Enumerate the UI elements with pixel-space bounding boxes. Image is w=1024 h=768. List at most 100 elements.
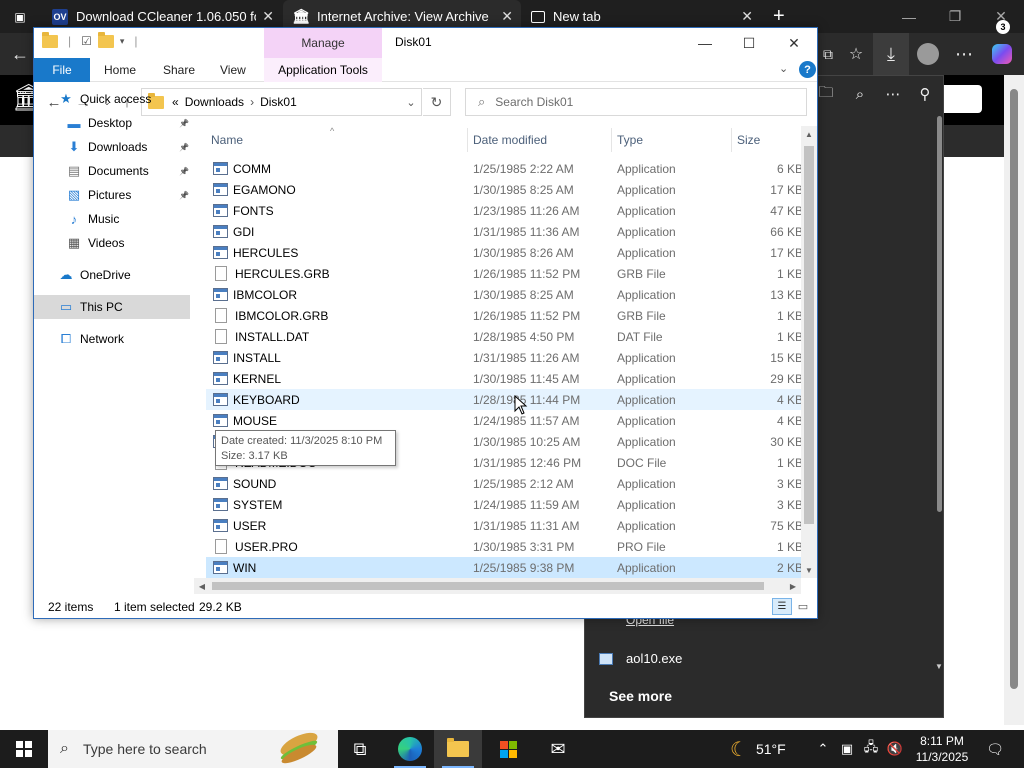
large-icons-view-icon[interactable]: ▭ — [794, 598, 812, 615]
file-row[interactable]: COMM 1/25/1985 2:22 AM Application 6 KB — [206, 158, 803, 179]
task-view-icon[interactable]: ⧉ — [336, 730, 384, 768]
weather-widget[interactable]: ☾ 51°F — [730, 730, 786, 768]
scroll-down-icon[interactable]: ▼ — [935, 662, 943, 671]
nav-item[interactable]: ▬ Desktop 📌 — [34, 111, 194, 135]
customize-dropdown-icon[interactable]: ▾ — [120, 36, 125, 47]
nav-item-label: Quick access — [80, 92, 152, 106]
downloads-icon[interactable]: ⤓ — [873, 33, 909, 75]
more-menu-icon[interactable]: ⋯ — [946, 33, 982, 75]
nav-item[interactable]: ★ Quick access — [34, 87, 194, 111]
refresh-button[interactable]: ↻ — [423, 88, 451, 116]
column-type[interactable]: Type — [612, 128, 732, 152]
file-row[interactable]: INSTALL 1/31/1985 11:26 AM Application 15 K… — [206, 347, 803, 368]
notification-center-icon[interactable]: 🗨 — [982, 736, 1008, 762]
download-item[interactable]: aol10.exe — [599, 651, 682, 666]
tab-close-icon[interactable]: ✕ — [501, 8, 513, 25]
pin-icon[interactable]: 📌 — [179, 191, 189, 200]
system-clock[interactable]: 8:11 PM 11/3/2025 — [912, 733, 972, 765]
application-file-icon — [213, 414, 228, 427]
file-row[interactable]: FONTS 1/23/1985 11:26 AM Application 47 KB — [206, 200, 803, 221]
file-row[interactable]: HERCULES.GRB 1/26/1985 11:52 PM GRB File 1 … — [206, 263, 803, 284]
nav-item[interactable]: ▭ This PC — [34, 295, 190, 319]
properties-icon[interactable]: ☑ — [81, 34, 92, 48]
mail-app-icon[interactable]: ✉ — [534, 730, 582, 768]
file-name-cell: GDI — [213, 225, 254, 239]
file-row[interactable]: MOUSE 1/24/1985 11:57 AM Application 4 KB — [206, 410, 803, 431]
file-row[interactable]: KERNEL 1/30/1985 11:45 AM Application 29 KB — [206, 368, 803, 389]
search-icon[interactable]: ⌕ — [845, 79, 875, 109]
tab-view[interactable]: View — [220, 58, 246, 82]
help-button[interactable]: ? — [799, 61, 816, 78]
nav-item[interactable]: ▦ Videos — [34, 231, 194, 255]
show-hidden-icons-icon[interactable]: ⌃ — [812, 730, 834, 768]
breadcrumb-disk01[interactable]: Disk01 — [260, 95, 297, 109]
nav-item[interactable]: ⬇ Downloads 📌 — [34, 135, 194, 159]
nav-item[interactable]: ▤ Documents 📌 — [34, 159, 194, 183]
column-size[interactable]: Size — [732, 128, 812, 152]
scroll-up-icon[interactable]: ▲ — [801, 126, 817, 142]
tab-close-icon[interactable]: ✕ — [741, 8, 753, 25]
pin-icon[interactable]: 📌 — [179, 167, 189, 176]
scroll-right-icon[interactable]: ▶ — [785, 578, 801, 594]
file-row[interactable]: HERCULES 1/30/1985 8:26 AM Application 17 K… — [206, 242, 803, 263]
start-button[interactable] — [0, 730, 48, 768]
search-box[interactable]: ⌕ Search Disk01 — [465, 88, 807, 116]
file-row[interactable]: WIN 1/25/1985 9:38 PM Application 2 KB — [206, 557, 803, 578]
volume-muted-icon[interactable]: 🔇 — [884, 730, 906, 768]
address-dropdown-icon[interactable]: ⌄ — [400, 88, 422, 116]
file-row[interactable]: INSTALL.DAT 1/28/1985 4:50 PM DAT File 1 KB — [206, 326, 803, 347]
close-button[interactable]: ✕ — [771, 28, 817, 58]
pin-icon[interactable]: ⚲ — [910, 79, 940, 109]
pin-icon[interactable]: 📌 — [179, 119, 189, 128]
pin-icon[interactable]: 📌 — [179, 143, 189, 152]
file-row[interactable]: SYSTEM 1/24/1985 11:59 AM Application 3 KB — [206, 494, 803, 515]
scroll-left-icon[interactable]: ◀ — [194, 578, 210, 594]
see-more-button[interactable]: See more — [609, 688, 672, 704]
tab-share[interactable]: Share — [163, 58, 195, 82]
nav-item[interactable]: ▧ Pictures 📌 — [34, 183, 194, 207]
page-scrollbar[interactable] — [1004, 75, 1024, 725]
file-list-vertical-scrollbar[interactable]: ▲ ▼ — [801, 126, 817, 578]
file-row[interactable]: EGAMONO 1/30/1985 8:25 AM Application 17 KB — [206, 179, 803, 200]
file-row[interactable]: SOUND 1/25/1985 2:12 AM Application 3 KB — [206, 473, 803, 494]
maximize-button[interactable]: ☐ — [726, 28, 772, 58]
scroll-down-icon[interactable]: ▼ — [801, 562, 817, 578]
meet-now-icon[interactable]: ▣ — [836, 730, 858, 768]
file-row[interactable]: IBMCOLOR 1/30/1985 8:25 AM Application 13 K… — [206, 284, 803, 305]
nav-item[interactable]: ♪ Music — [34, 207, 194, 231]
tab-home[interactable]: Home — [104, 58, 136, 82]
edge-app-icon[interactable] — [386, 730, 434, 768]
details-view-icon[interactable]: ☰ — [772, 598, 792, 615]
profile-avatar-icon[interactable] — [910, 33, 946, 75]
file-row[interactable]: IBMCOLOR.GRB 1/26/1985 11:52 PM GRB File 1 … — [206, 305, 803, 326]
file-row[interactable]: USER.PRO 1/30/1985 3:31 PM PRO File 1 KB — [206, 536, 803, 557]
browser-minimize-button[interactable]: — — [886, 0, 932, 33]
tab-close-icon[interactable]: ✕ — [262, 8, 274, 25]
file-explorer-app-icon[interactable] — [434, 730, 482, 768]
store-app-icon[interactable] — [484, 730, 532, 768]
scroll-thumb[interactable] — [212, 582, 764, 590]
column-name[interactable]: Name — [206, 128, 468, 152]
more-options-icon[interactable]: ⋯ — [878, 79, 908, 109]
nav-item[interactable]: ⧠ Network — [34, 327, 194, 351]
network-icon[interactable]: 🖧 — [860, 730, 882, 768]
selection-size: 29.2 KB — [199, 600, 242, 614]
minimize-button[interactable]: — — [682, 28, 728, 58]
favorites-icon[interactable]: ☆ — [838, 33, 874, 75]
tab-file[interactable]: File — [34, 58, 90, 82]
copilot-icon[interactable] — [984, 33, 1020, 75]
tab-label: Download CCleaner 1.06.050 for W — [76, 9, 256, 24]
expand-ribbon-icon[interactable]: ⌄ — [779, 62, 788, 75]
file-row[interactable]: GDI 1/31/1985 11:36 AM Application 66 KB — [206, 221, 803, 242]
column-date-modified[interactable]: Date modified — [468, 128, 612, 152]
file-list-horizontal-scrollbar[interactable]: ◀ ▶ — [194, 578, 801, 594]
downloads-scrollbar[interactable] — [935, 116, 943, 676]
file-row[interactable]: KEYBOARD 1/28/1985 11:44 PM Application 4 K… — [206, 389, 803, 410]
nav-item[interactable]: ☁ OneDrive — [34, 263, 194, 287]
new-folder-icon[interactable] — [97, 31, 114, 48]
tab-application-tools[interactable]: Application Tools — [264, 58, 382, 82]
browser-maximize-button[interactable]: ❐ — [932, 0, 978, 33]
scroll-thumb[interactable] — [804, 146, 814, 524]
file-row[interactable]: USER 1/31/1985 11:31 AM Application 75 KB — [206, 515, 803, 536]
breadcrumb-separator[interactable]: › — [250, 95, 254, 109]
